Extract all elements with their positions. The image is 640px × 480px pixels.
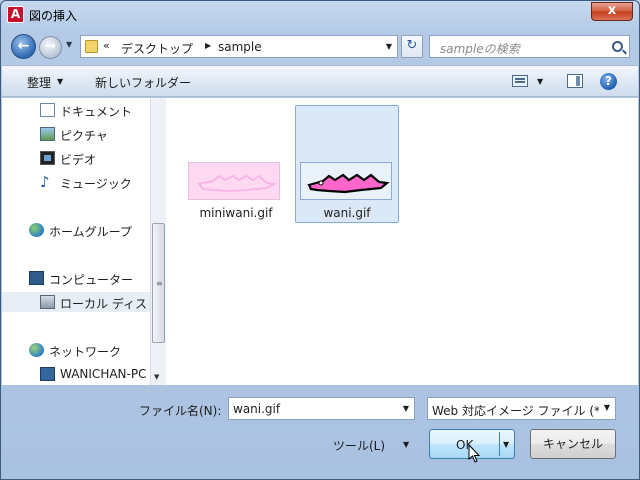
file-type-filter-select[interactable]: Web 対応イメージ ファイル (* ▼	[427, 397, 616, 420]
preview-pane-icon[interactable]	[567, 74, 583, 88]
title-bar[interactable]: A 図の挿入 x	[1, 1, 639, 29]
tools-dropdown-icon[interactable]: ▼	[403, 440, 409, 449]
file-thumbnail	[300, 162, 392, 200]
cancel-button[interactable]: キャンセル	[530, 429, 616, 459]
help-icon[interactable]: ?	[600, 73, 617, 90]
search-input[interactable]: sampleの検索	[429, 35, 630, 58]
sidebar-item-label: ローカル ディス	[60, 297, 147, 311]
crocodile-icon	[307, 173, 390, 194]
insert-picture-dialog: A 図の挿入 x ← → ▼ « デスクトップ ▶ sample ▼ ↻ sam…	[0, 0, 640, 480]
tools-menu-button[interactable]: ツール(L)	[333, 437, 385, 454]
sidebar-item-label: WANICHAN-PC	[60, 367, 147, 381]
scroll-down-arrow-icon[interactable]: ▼	[154, 373, 159, 381]
filter-dropdown-icon[interactable]: ▼	[599, 398, 615, 419]
sidebar-item-videos[interactable]: ビデオ	[2, 148, 150, 168]
filename-history-dropdown-icon[interactable]: ▼	[403, 404, 409, 413]
sidebar-item-music[interactable]: ♪ ミュージック	[2, 172, 150, 192]
file-name: miniwani.gif	[199, 206, 273, 220]
ok-options-dropdown-icon[interactable]: ▼	[503, 440, 509, 449]
sidebar-item-label: ビデオ	[60, 153, 97, 167]
breadcrumb-separator-icon[interactable]: ▶	[205, 41, 211, 50]
scrollbar-grip-icon: ≡	[156, 279, 163, 288]
app-icon: A	[7, 6, 24, 23]
address-bar[interactable]: « デスクトップ ▶ sample ▼	[80, 35, 398, 58]
sidebar-item-label: ピクチャ	[60, 129, 108, 143]
mouse-cursor-icon	[468, 444, 481, 463]
file-item-wani[interactable]: wani.gif	[295, 105, 399, 223]
filename-value: wani.gif	[233, 402, 281, 416]
sidebar-item-label: コンピューター	[49, 273, 134, 287]
video-icon	[40, 151, 55, 165]
refresh-button[interactable]: ↻	[401, 35, 423, 58]
new-folder-button[interactable]: 新しいフォルダー	[95, 74, 191, 91]
sidebar-item-computer[interactable]: コンピューター	[2, 268, 150, 288]
file-list: miniwani.gif wani.gif	[166, 98, 638, 385]
breadcrumb-sample[interactable]: sample	[218, 40, 262, 54]
folder-icon	[85, 40, 98, 53]
sidebar-item-network[interactable]: ネットワーク	[2, 340, 150, 360]
network-computer-icon	[40, 367, 55, 381]
sidebar-item-documents[interactable]: ドキュメント	[2, 100, 150, 120]
search-placeholder: sampleの検索	[440, 42, 520, 56]
organize-button[interactable]: 整理	[27, 74, 51, 91]
sidebar-item-label: ホームグループ	[49, 225, 132, 239]
crocodile-outline-icon	[197, 174, 278, 193]
computer-icon	[29, 271, 44, 285]
address-overflow-chevron[interactable]: «	[103, 39, 110, 52]
pictures-icon	[40, 127, 55, 141]
file-thumbnail	[188, 162, 280, 200]
sidebar-item-local-disk[interactable]: ローカル ディス	[2, 292, 150, 312]
homegroup-icon	[29, 223, 44, 237]
address-dropdown-icon[interactable]: ▼	[386, 42, 392, 51]
sidebar-item-homegroup[interactable]: ホームグループ	[2, 220, 150, 240]
change-view-icon[interactable]	[512, 75, 528, 87]
sidebar-item-label: ミュージック	[60, 177, 132, 191]
file-name: wani.gif	[323, 206, 371, 220]
scrollbar-thumb[interactable]: ≡	[152, 223, 165, 343]
sidebar-item-wanichan-pc[interactable]: WANICHAN-PC	[2, 364, 150, 384]
split-divider	[499, 432, 500, 456]
document-icon	[40, 103, 55, 117]
breadcrumb-desktop[interactable]: デスクトップ	[121, 40, 193, 57]
network-icon	[29, 343, 44, 357]
file-type-filter-value: Web 対応イメージ ファイル (*	[432, 404, 601, 418]
filename-field[interactable]: wani.gif ▼	[228, 397, 415, 420]
view-dropdown-icon[interactable]: ▼	[537, 77, 543, 86]
command-toolbar: 整理 ▼ 新しいフォルダー ▼ ?	[2, 65, 638, 97]
sidebar-item-label: ネットワーク	[49, 345, 122, 359]
file-item-miniwani[interactable]: miniwani.gif	[184, 106, 288, 224]
filename-label: ファイル名(N):	[139, 404, 222, 418]
search-icon[interactable]	[612, 41, 623, 52]
music-icon: ♪	[40, 173, 50, 191]
recent-locations-dropdown-icon[interactable]: ▼	[66, 40, 72, 49]
forward-button[interactable]: →	[39, 36, 62, 59]
organize-dropdown-icon[interactable]: ▼	[57, 77, 63, 86]
back-button[interactable]: ←	[11, 34, 36, 59]
close-button[interactable]: x	[591, 2, 633, 21]
disk-icon	[40, 295, 55, 309]
navigation-pane: ドキュメント ピクチャ ビデオ ♪ ミュージック ホームグループ コンピューター…	[2, 98, 166, 385]
sidebar-item-pictures[interactable]: ピクチャ	[2, 124, 150, 144]
sidebar-item-label: ドキュメント	[60, 105, 133, 119]
window-title: 図の挿入	[29, 9, 78, 23]
navigation-scrollbar[interactable]: ≡ ▼	[150, 98, 166, 385]
